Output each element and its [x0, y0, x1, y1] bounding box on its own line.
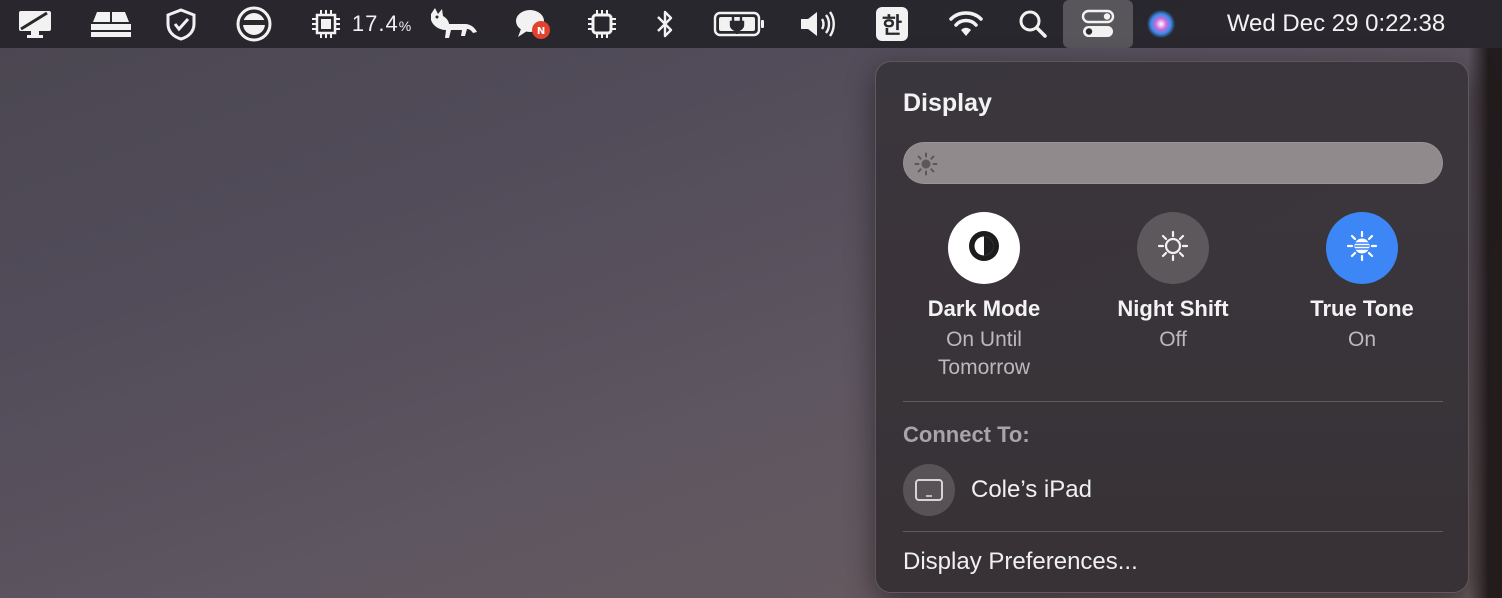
- dark-mode-button[interactable]: [948, 212, 1020, 284]
- battery-charging-icon[interactable]: [712, 0, 768, 48]
- dark-mode-status: On Until Tomorrow: [889, 326, 1079, 382]
- true-tone-icon: [1344, 228, 1380, 269]
- connect-to-label: Connect To:: [903, 422, 1030, 447]
- true-tone-toggle[interactable]: True Tone On: [1267, 212, 1457, 354]
- true-tone-button[interactable]: [1326, 212, 1398, 284]
- siri-icon[interactable]: [1144, 0, 1178, 48]
- cpu-unit: %: [398, 18, 413, 34]
- night-shift-toggle[interactable]: Night Shift Off: [1078, 212, 1268, 354]
- cpu-percent: 17.4: [351, 11, 399, 36]
- dark-mode-toggle[interactable]: Dark Mode On Until Tomorrow: [889, 212, 1079, 382]
- brightness-slider-fill: [904, 143, 1442, 183]
- dark-mode-status-line1: On Until: [946, 328, 1022, 351]
- runcat-icon[interactable]: [424, 0, 480, 48]
- panel-title: Display: [903, 89, 992, 117]
- chip-icon[interactable]: [584, 0, 620, 48]
- display-panel: Display Dark Mode On Until Tomorrow Nigh…: [875, 61, 1469, 593]
- desktop-wallpaper-edge: [1468, 48, 1502, 598]
- night-shift-button[interactable]: [1137, 212, 1209, 284]
- svg-text:N: N: [537, 26, 545, 37]
- cpu-usage-readout[interactable]: 17.4%: [345, 0, 419, 48]
- search-icon[interactable]: [1016, 0, 1050, 48]
- avatar-icon[interactable]: [234, 0, 274, 48]
- display-icon[interactable]: [14, 0, 58, 48]
- divider: [903, 401, 1443, 402]
- brightness-slider[interactable]: [903, 142, 1443, 184]
- cpu-chip-icon[interactable]: [310, 0, 342, 48]
- volume-icon[interactable]: [796, 0, 840, 48]
- brightness-sun-icon: [914, 152, 938, 181]
- menu-bar: 17.4% N 한 Wed Dec 29 0:22:38: [0, 0, 1502, 48]
- input-method-icon[interactable]: 한: [874, 0, 910, 48]
- device-name: Cole’s iPad: [971, 476, 1092, 503]
- control-center-icon[interactable]: [1063, 0, 1133, 48]
- input-method-label: 한: [876, 7, 908, 41]
- shield-check-icon[interactable]: [162, 0, 200, 48]
- menubar-clock[interactable]: Wed Dec 29 0:22:38: [1200, 0, 1472, 48]
- chat-bubble-icon[interactable]: N: [512, 0, 554, 48]
- night-shift-status: Off: [1159, 328, 1187, 351]
- dark-mode-label: Dark Mode: [927, 296, 1041, 321]
- true-tone-status: On: [1347, 328, 1376, 351]
- dark-mode-status-line2: Tomorrow: [937, 356, 1031, 379]
- bluetooth-icon[interactable]: [650, 0, 680, 48]
- ipad-icon: [903, 464, 955, 516]
- keyboard-icon[interactable]: [88, 0, 134, 48]
- dark-mode-icon: [966, 228, 1002, 269]
- true-tone-label: True Tone: [1310, 296, 1414, 321]
- display-preferences-link[interactable]: Display Preferences...: [903, 548, 1138, 576]
- clock-text: Wed Dec 29 0:22:38: [1226, 10, 1446, 37]
- night-shift-label: Night Shift: [1117, 296, 1229, 321]
- wifi-icon[interactable]: [946, 0, 986, 48]
- divider: [903, 531, 1443, 532]
- night-shift-icon: [1155, 228, 1191, 269]
- device-row-ipad[interactable]: Cole’s iPad: [903, 464, 1092, 516]
